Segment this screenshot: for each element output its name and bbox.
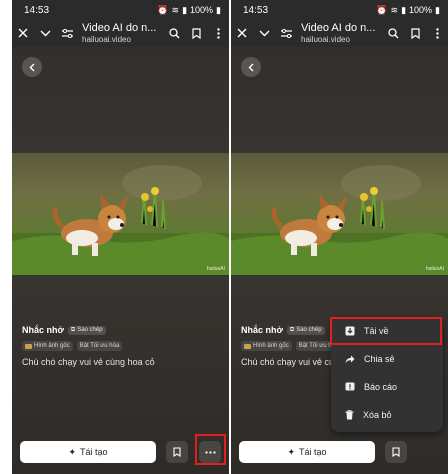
page-url: hailuoai.video [301,34,350,44]
sparkle-plus-icon: ✦ [68,446,77,457]
alarm-icon: ⏰ [376,4,388,15]
tag-list: Hình ảnh gốc Bật Tối ưu hóa [22,341,223,351]
tag-original-image: Hình ảnh gốc [22,341,73,351]
screenshot-stage: 14:53 ⏰ ≋ ▮ 100% ▮ Video AI do n... hail… [0,0,448,474]
thumbnail-icon [25,343,32,349]
menu-label: Báo cáo [364,382,398,392]
menu-label: Xóa bỏ [363,410,392,420]
signal-icon: ▮ [182,4,188,15]
regenerate-label: Tái tạo [299,447,327,457]
post-info: Nhắc nhở ⧉ Sao chép Hình ảnh gốc Bật Tối… [22,325,223,367]
bottom-action-bar: ✦ Tái tạo [231,438,448,466]
more-horiz-icon [204,450,216,454]
regenerate-button[interactable]: ✦ Tái tạo [20,441,156,463]
wifi-icon: ≋ [171,4,180,15]
bookmark-icon [392,447,400,457]
phone-screen-after: 14:53 ⏰ ≋ ▮ 100% ▮ Video AI do n... hail… [231,0,448,474]
search-icon[interactable] [382,20,404,46]
bottom-action-bar: ✦ Tái tạo [12,438,229,466]
thumbnail-icon [244,343,251,349]
more-vert-icon[interactable] [207,20,229,46]
page-title-box[interactable]: Video AI do n... hailuoai.video [297,22,382,45]
more-options-button[interactable] [199,441,221,463]
back-button[interactable] [22,57,42,77]
back-button[interactable] [241,57,261,77]
status-icons: ⏰ ≋ ▮ 100% ▮ [376,5,440,16]
reminder-row: Nhắc nhở ⧉ Sao chép [22,325,223,335]
save-button[interactable] [166,441,188,463]
status-time: 14:53 [24,4,50,16]
copy-label: Sao chép [77,326,103,333]
puppy-illustration [12,165,229,275]
alarm-icon: ⏰ [157,4,169,15]
status-time: 14:53 [243,4,269,16]
reminder-title: Nhắc nhở [241,325,283,335]
tag-label: Bật Tối ưu hóa [79,343,120,349]
copy-icon: ⧉ [70,326,76,333]
menu-label: Tải về [364,326,389,336]
share-icon [345,355,355,363]
search-icon[interactable] [163,20,185,46]
copy-button[interactable]: ⧉ Sao chép [286,325,325,335]
browser-toolbar: Video AI do n... hailuoai.video [231,20,448,46]
bookmark-icon [173,447,181,457]
chevron-down-icon[interactable] [253,20,275,46]
copy-icon: ⧉ [289,326,295,333]
regenerate-label: Tái tạo [80,447,108,457]
copy-label: Sao chép [296,326,322,333]
more-vert-icon[interactable] [426,20,448,46]
generated-image[interactable]: hailuoAI [12,153,229,275]
battery-text: 100% [190,5,214,15]
battery-icon: ▮ [216,4,221,15]
bookmark-icon[interactable] [185,20,207,46]
menu-label: Chia sẻ [364,354,395,364]
generated-image[interactable]: hailuoAI [231,153,448,275]
copy-button[interactable]: ⧉ Sao chép [67,325,106,335]
status-bar: 14:53 ⏰ ≋ ▮ 100% ▮ [12,0,229,20]
chevron-down-icon[interactable] [34,20,56,46]
prompt-text: Chú chó chạy vui vẻ cùng hoa cỏ [22,357,155,367]
page-title-box[interactable]: Video AI do n... hailuoai.video [78,22,163,45]
page-title: Video AI do n... [301,21,376,34]
tag-label: Hình ảnh gốc [34,343,70,349]
page-title: Video AI do n... [82,21,157,34]
puppy-illustration [231,165,448,275]
browser-toolbar: Video AI do n... hailuoai.video [12,20,229,46]
tag-label: Hình ảnh gốc [253,343,289,349]
phone-screen-before: 14:53 ⏰ ≋ ▮ 100% ▮ Video AI do n... hail… [12,0,229,474]
download-icon [345,326,355,336]
report-icon [345,382,355,391]
battery-icon: ▮ [435,4,440,15]
image-watermark: hailuoAI [206,266,225,272]
menu-item-share[interactable]: Chia sẻ [331,348,443,370]
tag-original-image: Hình ảnh gốc [241,341,292,351]
menu-item-report[interactable]: Báo cáo [331,376,443,398]
site-settings-icon[interactable] [56,20,78,46]
signal-icon: ▮ [401,4,407,15]
chevron-left-icon [29,63,35,71]
close-icon[interactable] [12,20,34,46]
page-url: hailuoai.video [82,34,131,44]
menu-item-delete[interactable]: Xóa bỏ [331,404,443,426]
trash-icon [345,410,354,420]
tag-optimize: Bật Tối ưu hóa [76,341,123,351]
battery-text: 100% [409,5,433,15]
more-options-menu: Tải về Chia sẻ Báo cáo Xóa bỏ [331,318,443,432]
close-icon[interactable] [231,20,253,46]
menu-item-download[interactable]: Tải về [331,320,443,342]
regenerate-button[interactable]: ✦ Tái tạo [239,441,375,463]
save-button[interactable] [385,441,407,463]
status-icons: ⏰ ≋ ▮ 100% ▮ [157,5,221,16]
chevron-left-icon [248,63,254,71]
wifi-icon: ≋ [390,4,399,15]
image-watermark: hailuoAI [425,266,444,272]
status-bar: 14:53 ⏰ ≋ ▮ 100% ▮ [231,0,448,20]
sparkle-plus-icon: ✦ [287,446,296,457]
site-settings-icon[interactable] [275,20,297,46]
bookmark-icon[interactable] [404,20,426,46]
reminder-title: Nhắc nhở [22,325,64,335]
